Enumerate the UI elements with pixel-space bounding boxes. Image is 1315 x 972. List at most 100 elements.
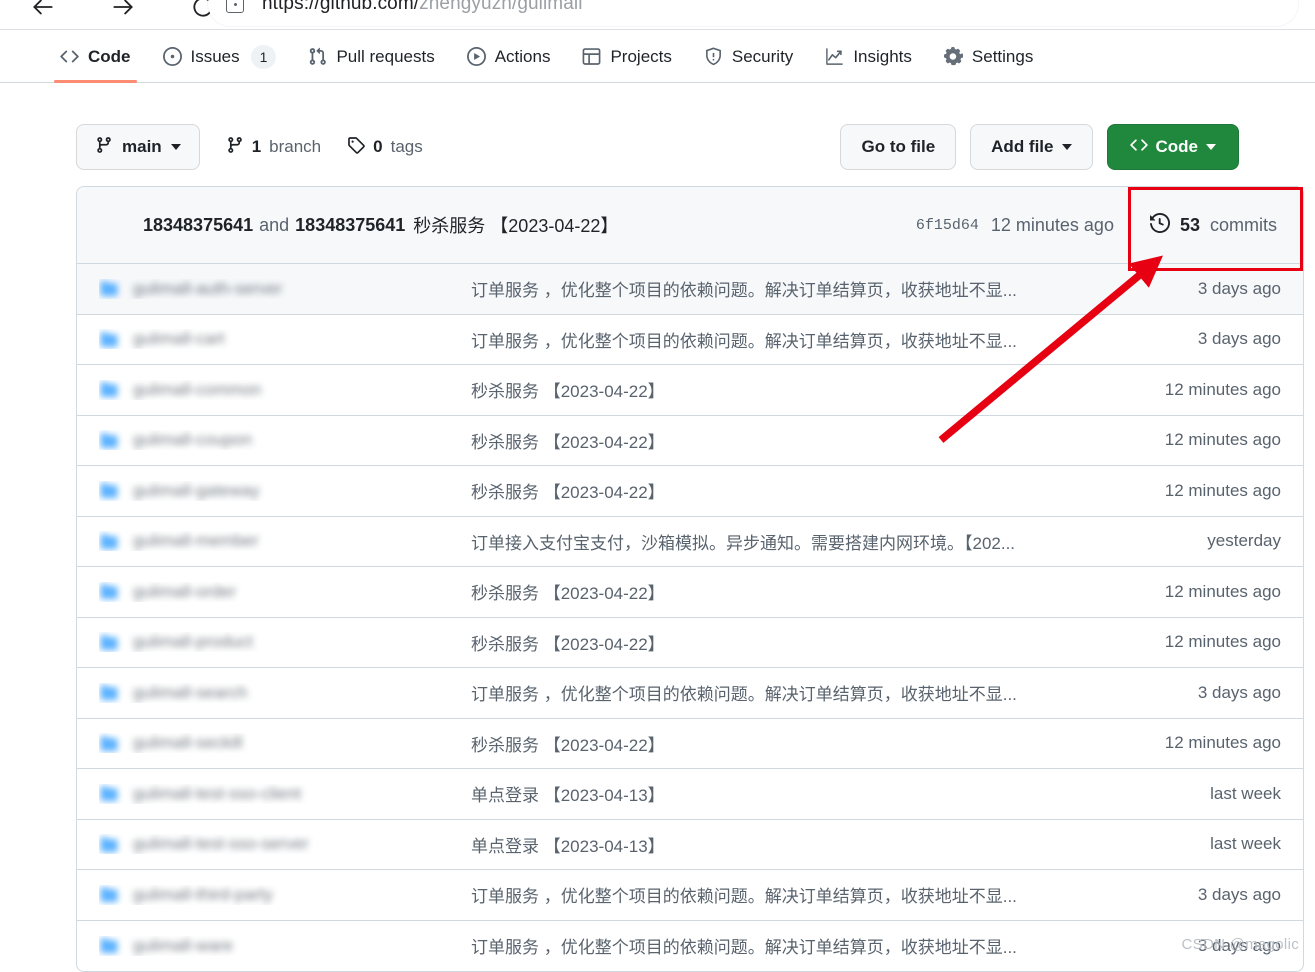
file-commit-message[interactable]: 单点登录 【2023-04-13】 xyxy=(471,832,1111,857)
file-name-cell[interactable]: gulimall-product xyxy=(99,632,471,652)
file-commit-message[interactable]: 订单服务 ，优化整个项目的依赖问题。解决订单结算页，收获地址不显... xyxy=(471,680,1111,705)
latest-commit-bar: 18348375641 and 18348375641 秒杀服务 【2023-0… xyxy=(77,187,1303,264)
branch-count-link[interactable]: 1 branch xyxy=(226,136,321,159)
table-row[interactable]: gulimall-order 秒杀服务 【2023-04-22】 12 minute… xyxy=(77,567,1303,618)
table-row[interactable]: gulimall-ware 订单服务 ，优化整个项目的依赖问题。解决订单结算页，收… xyxy=(77,921,1303,972)
file-name-label[interactable]: gulimall-order xyxy=(133,582,236,602)
file-commit-message[interactable]: 秒杀服务 【2023-04-22】 xyxy=(471,630,1111,655)
file-name-cell[interactable]: gulimall-common xyxy=(99,380,471,400)
tab-pull-requests-label: Pull requests xyxy=(336,46,435,66)
table-row[interactable]: gulimall-third-party 订单服务 ，优化整个项目的依赖问题。解决… xyxy=(77,870,1303,921)
issues-count-badge: 1 xyxy=(250,44,277,69)
tab-insights-label: Insights xyxy=(853,46,912,66)
table-row[interactable]: gulimall-cart 订单服务 ，优化整个项目的依赖问题。解决订单结算页，收… xyxy=(77,315,1303,365)
folder-icon xyxy=(100,938,118,954)
file-name-cell[interactable]: gulimall-ware xyxy=(99,936,471,956)
browser-chrome: https://github.com/zhengyuzh/gulimall xyxy=(0,0,1315,30)
file-commit-time: 12 minutes ago xyxy=(1164,632,1281,652)
tab-pull-requests[interactable]: Pull requests xyxy=(292,31,450,83)
tag-count-link[interactable]: 0 tags xyxy=(347,136,423,159)
chevron-down-icon xyxy=(170,144,181,150)
file-commit-time: 3 days ago xyxy=(1197,329,1281,349)
folder-icon xyxy=(100,887,118,903)
file-name-label[interactable]: gulimall-coupon xyxy=(133,430,252,450)
file-commit-message[interactable]: 秒杀服务 【2023-04-22】 xyxy=(471,731,1111,756)
commit-author[interactable]: 18348375641 xyxy=(143,215,253,236)
file-name-label[interactable]: gulimall-common xyxy=(133,380,261,400)
site-info-icon[interactable] xyxy=(226,0,244,13)
file-name-cell[interactable]: gulimall-order xyxy=(99,582,471,602)
file-commit-message[interactable]: 订单服务 ，优化整个项目的依赖问题。解决订单结算页，收获地址不显... xyxy=(471,882,1111,907)
file-name-cell[interactable]: gulimall-coupon xyxy=(99,430,471,450)
file-name-cell[interactable]: gulimall-gateway xyxy=(99,481,471,501)
tab-security[interactable]: Security xyxy=(688,31,809,83)
commit-sha[interactable]: 6f15d64 xyxy=(916,217,979,234)
branch-name-label: main xyxy=(122,137,162,156)
table-row[interactable]: gulimall-test-sso-server 单点登录 【2023-04-13… xyxy=(77,820,1303,870)
file-name-label[interactable]: gulimall-third-party xyxy=(133,885,273,905)
file-commit-message[interactable]: 秒杀服务 【2023-04-22】 xyxy=(471,579,1111,604)
file-name-cell[interactable]: gulimall-member xyxy=(99,531,471,551)
table-row[interactable]: gulimall-member 订单接入支付宝支付，沙箱模拟。异步通知。需要搭建内… xyxy=(77,517,1303,567)
file-name-label[interactable]: gulimall-member xyxy=(133,531,259,551)
file-name-label[interactable]: gulimall-cart xyxy=(133,329,225,349)
tab-projects-label: Projects xyxy=(610,46,672,66)
table-row[interactable]: gulimall-auth-server 订单服务 ，优化整个项目的依赖问题。解决… xyxy=(77,264,1303,315)
branch-selector-button[interactable]: main xyxy=(76,124,200,170)
code-button[interactable]: Code xyxy=(1106,124,1239,170)
file-name-label[interactable]: gulimall-product xyxy=(133,632,253,652)
file-name-label[interactable]: gulimall-ware xyxy=(133,936,233,956)
table-row[interactable]: gulimall-product 秒杀服务 【2023-04-22】 12 minu… xyxy=(77,618,1303,668)
tab-actions[interactable]: Actions xyxy=(451,31,567,83)
tab-settings[interactable]: Settings xyxy=(928,31,1049,83)
go-to-file-button[interactable]: Go to file xyxy=(840,124,957,170)
file-name-cell[interactable]: gulimall-test-sso-client xyxy=(99,784,471,804)
file-commit-message[interactable]: 订单接入支付宝支付，沙箱模拟。异步通知。需要搭建内网环境。【202... xyxy=(471,529,1111,554)
tab-projects[interactable]: Projects xyxy=(566,31,687,83)
folder-icon xyxy=(100,281,118,297)
table-row[interactable]: gulimall-coupon 秒杀服务 【2023-04-22】 12 minut… xyxy=(77,416,1303,466)
file-name-label[interactable]: gulimall-auth-server xyxy=(133,279,282,299)
forward-button[interactable] xyxy=(102,0,144,30)
file-commit-message[interactable]: 订单服务 ，优化整个项目的依赖问题。解决订单结算页，收获地址不显... xyxy=(471,276,1111,301)
file-name-cell[interactable]: gulimall-third-party xyxy=(99,885,471,905)
file-name-label[interactable]: gulimall-seckill xyxy=(133,733,243,753)
address-bar[interactable]: https://github.com/zhengyuzh/gulimall xyxy=(208,0,1298,26)
file-name-cell[interactable]: gulimall-auth-server xyxy=(99,279,471,299)
back-button[interactable] xyxy=(22,0,64,30)
table-row[interactable]: gulimall-test-sso-client 单点登录 【2023-04-13… xyxy=(77,769,1303,820)
file-name-cell[interactable]: gulimall-seckill xyxy=(99,733,471,753)
file-name-cell[interactable]: gulimall-cart xyxy=(99,329,471,349)
file-commit-message[interactable]: 订单服务 ，优化整个项目的依赖问题。解决订单结算页，收获地址不显... xyxy=(471,327,1111,352)
commit-message[interactable]: 秒杀服务 【2023-04-22】 xyxy=(413,212,618,238)
table-row[interactable]: gulimall-gateway 秒杀服务 【2023-04-22】 12 minu… xyxy=(77,466,1303,517)
chevron-down-icon xyxy=(1206,144,1216,150)
file-name-cell[interactable]: gulimall-test-sso-server xyxy=(99,834,471,854)
add-file-button[interactable]: Add file xyxy=(970,124,1093,170)
file-name-label[interactable]: gulimall-gateway xyxy=(133,481,260,501)
file-name-cell[interactable]: gulimall-search xyxy=(99,683,471,703)
file-commit-message[interactable]: 秒杀服务 【2023-04-22】 xyxy=(471,377,1111,402)
file-name-label[interactable]: gulimall-search xyxy=(133,683,247,703)
tab-code-label: Code xyxy=(88,46,131,66)
file-commit-message[interactable]: 秒杀服务 【2023-04-22】 xyxy=(471,428,1111,453)
table-row[interactable]: gulimall-common 秒杀服务 【2023-04-22】 12 minut… xyxy=(77,365,1303,416)
tab-issues[interactable]: Issues 1 xyxy=(147,31,293,83)
commits-count-link[interactable]: 53 commits xyxy=(1149,212,1281,238)
tab-insights[interactable]: Insights xyxy=(809,31,928,83)
file-commit-message[interactable]: 单点登录 【2023-04-13】 xyxy=(471,781,1111,806)
table-row[interactable]: gulimall-search 订单服务 ，优化整个项目的依赖问题。解决订单结算页… xyxy=(77,668,1303,719)
file-name-label[interactable]: gulimall-test-sso-client xyxy=(133,784,301,804)
file-commit-time: last week xyxy=(1210,783,1281,803)
file-name-label[interactable]: gulimall-test-sso-server xyxy=(133,834,309,854)
table-row[interactable]: gulimall-seckill 秒杀服务 【2023-04-22】 12 minu… xyxy=(77,719,1303,769)
file-commit-time: 12 minutes ago xyxy=(1164,733,1281,753)
tab-issues-label: Issues xyxy=(190,46,240,66)
tab-code[interactable]: Code xyxy=(44,31,147,83)
file-commit-message[interactable]: 秒杀服务 【2023-04-22】 xyxy=(471,478,1111,503)
commit-coauthor[interactable]: 18348375641 xyxy=(295,215,405,236)
issue-opened-icon xyxy=(162,47,182,66)
file-commit-message[interactable]: 订单服务 ，优化整个项目的依赖问题。解决订单结算页，收获地址不显... xyxy=(471,933,1111,958)
folder-icon xyxy=(100,735,118,751)
file-toolbar: main 1 branch 0 tags Go to file Add file… xyxy=(0,118,1315,176)
